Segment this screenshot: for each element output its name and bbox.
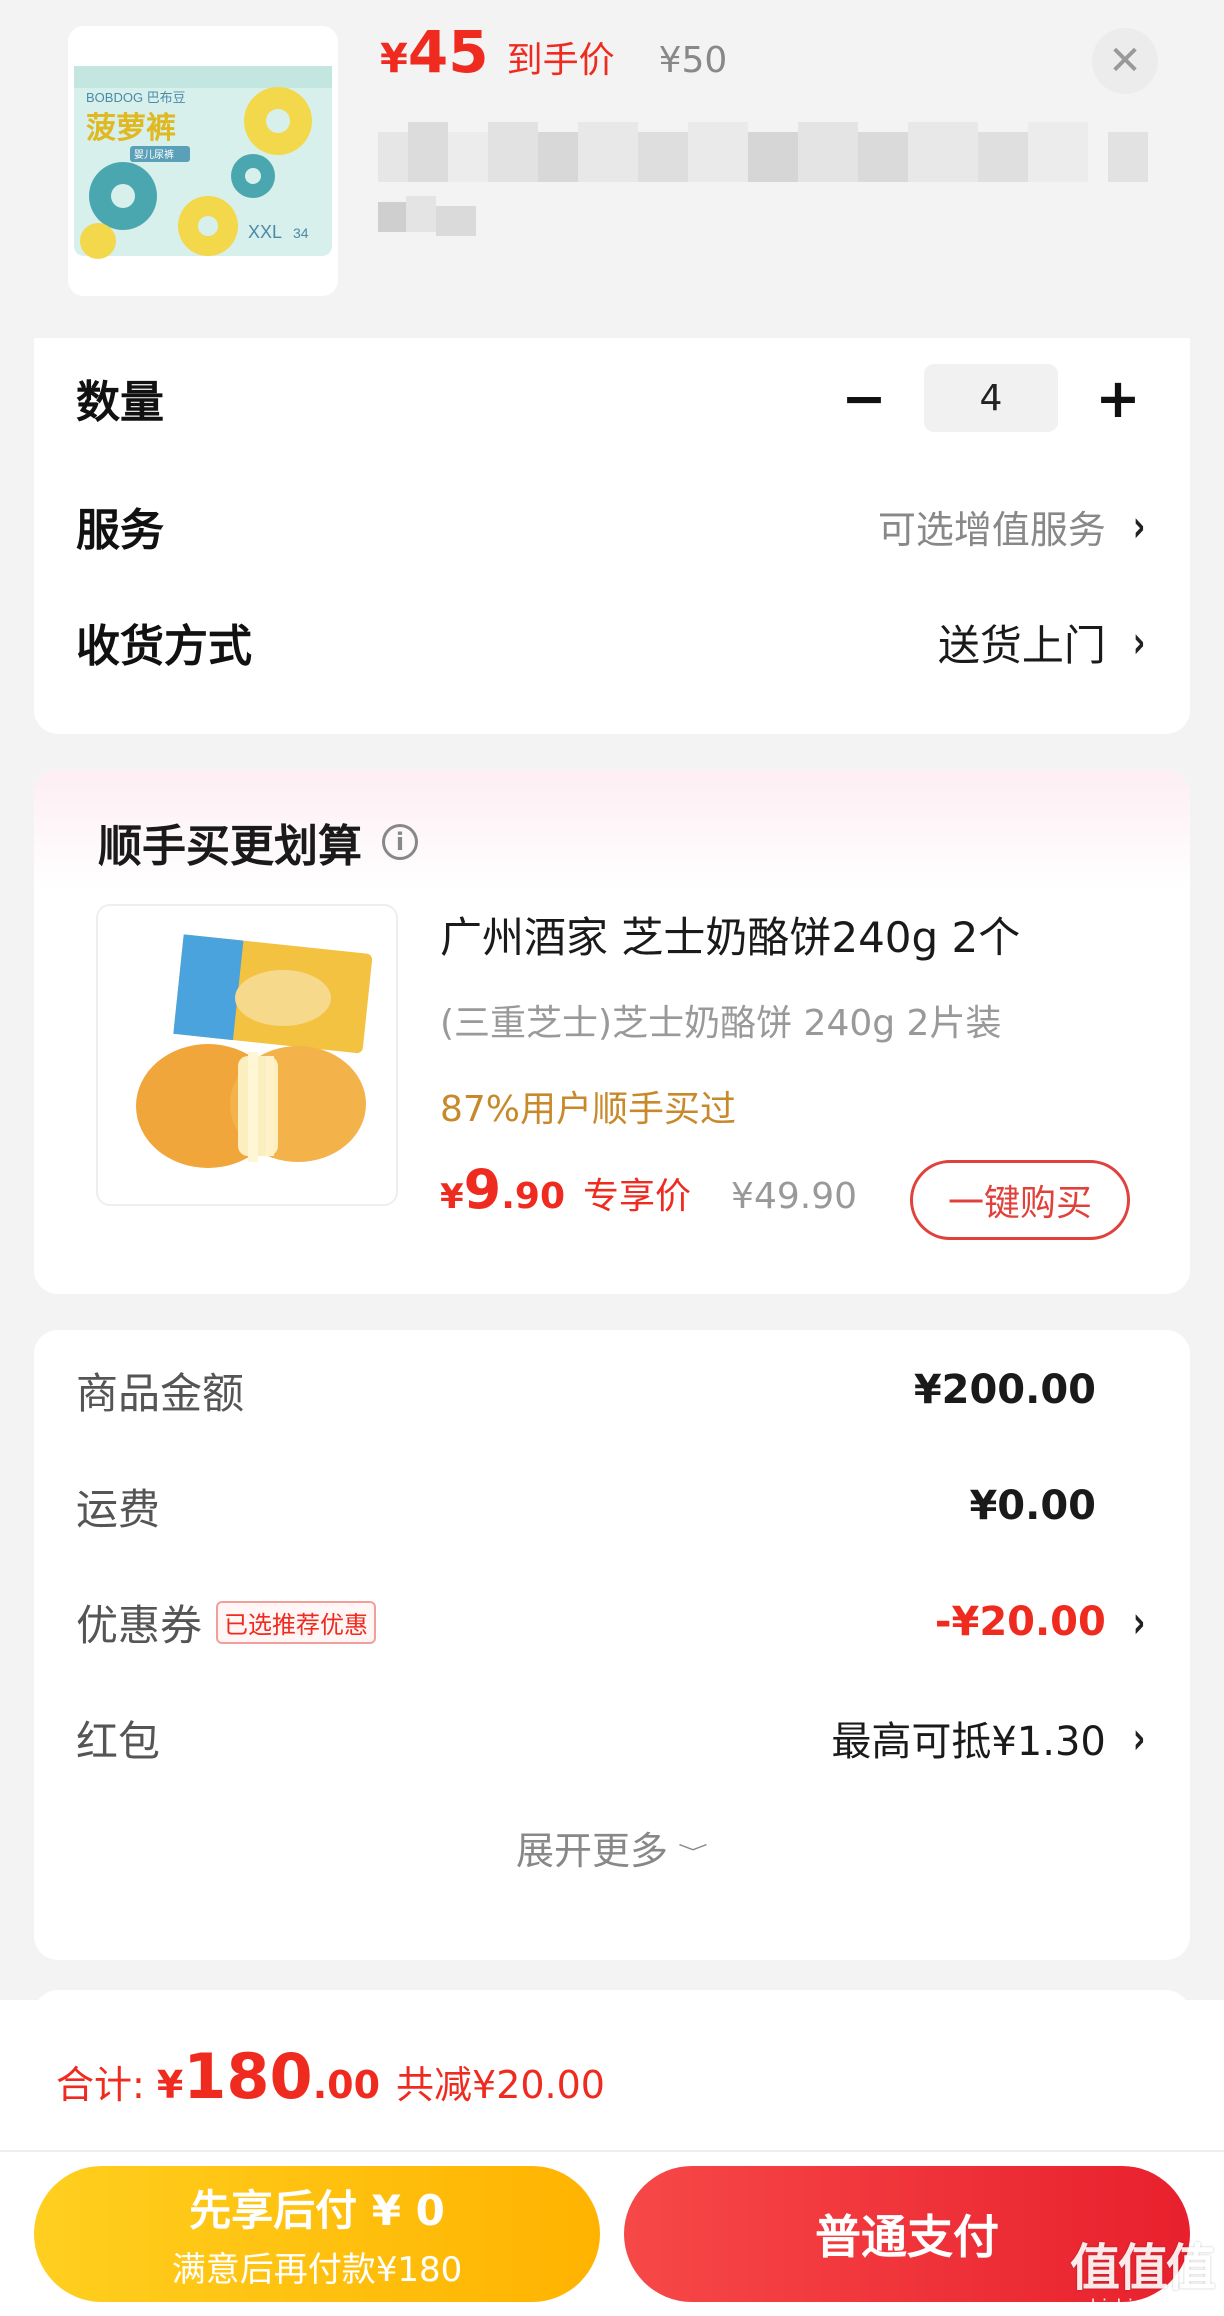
total-row: 合计: ¥180.00 共减¥20.00 (56, 2040, 605, 2120)
chevron-right-icon: › (1132, 616, 1146, 668)
chevron-right-icon: › (1132, 1596, 1146, 1648)
service-label: 服务 (76, 505, 164, 556)
quantity-row: 数量 − 4 + (76, 362, 1148, 434)
plus-icon: + (1095, 366, 1141, 430)
coupon-label: 优惠券 (76, 1600, 203, 1650)
options-card: 数量 − 4 + 服务 可选增值服务 › 收货方式 送货上门 › (34, 338, 1190, 734)
svg-text:BOBDOG 巴布豆: BOBDOG 巴布豆 (86, 90, 186, 105)
bundle-price: ¥9.90 (440, 1158, 565, 1221)
close-button[interactable]: ✕ (1092, 28, 1158, 94)
coupon-label-group: 优惠券 已选推荐优惠 (76, 1592, 377, 1653)
delivery-label: 收货方式 (76, 621, 252, 672)
bundle-price-tag: 专享价 (583, 1176, 692, 1217)
diaper-pack-image: BOBDOG 巴布豆 菠萝裤 婴儿尿裤 XXL 34 (68, 26, 338, 296)
close-icon: ✕ (1108, 38, 1142, 84)
expand-more-label: 展开更多 (515, 1829, 668, 1873)
svg-text:34: 34 (293, 225, 309, 241)
svg-text:菠萝裤: 菠萝裤 (86, 111, 176, 146)
bundle-price-row: ¥9.90 专享价 ¥49.90 (440, 1158, 857, 1234)
price-yen: ¥ (380, 36, 408, 82)
service-row[interactable]: 服务 可选增值服务 › (76, 490, 1148, 562)
shipping-label: 运费 (76, 1484, 161, 1534)
bundle-title: 顺手买更划算 i (98, 810, 418, 874)
decrease-button[interactable]: − (834, 366, 894, 430)
product-thumbnail: BOBDOG 巴布豆 菠萝裤 婴儿尿裤 XXL 34 (68, 26, 338, 296)
normal-pay-label: 普通支付 (815, 2210, 999, 2264)
product-header: BOBDOG 巴布豆 菠萝裤 婴儿尿裤 XXL 34 ¥45 到手价 ¥50 ✕ (0, 0, 1224, 320)
coupon-row[interactable]: 优惠券 已选推荐优惠 -¥20.00 › (76, 1590, 1148, 1654)
bundle-card: 顺手买更划算 i 广州酒家 芝士奶酪饼240g 2个 (三重芝士)芝士奶酪饼 2… (34, 770, 1190, 1294)
bundle-product-image[interactable] (96, 904, 398, 1206)
coupon-value-text: -¥20.00 (934, 1599, 1106, 1645)
shipping-row: 运费 ¥0.00 (76, 1474, 1148, 1538)
price-int: 45 (407, 18, 489, 86)
bundle-product-spec: (三重芝士)芝士奶酪饼 240g 2片装 (440, 1003, 1002, 1044)
redpacket-label: 红包 (76, 1716, 161, 1766)
quantity-label: 数量 (76, 377, 164, 428)
product-price: ¥45 (380, 18, 489, 86)
coupon-badge: 已选推荐优惠 (216, 1600, 377, 1644)
chevron-right-icon: › (1132, 1712, 1146, 1764)
total-int: 180 (183, 2040, 313, 2113)
delivery-value: 送货上门 › (938, 612, 1148, 673)
increase-button[interactable]: + (1088, 366, 1148, 430)
pay-later-sub: 满意后再付款¥180 (171, 2250, 463, 2290)
chevron-down-icon: ﹀ (678, 1842, 708, 1864)
mosaic-blur-2 (378, 196, 476, 236)
redpacket-value: 最高可抵¥1.30 › (831, 1709, 1148, 1767)
minus-icon: − (841, 366, 887, 430)
service-value-text: 可选增值服务 (877, 507, 1106, 552)
total-dec: .00 (312, 2063, 381, 2107)
redpacket-value-text: 最高可抵¥1.30 (831, 1719, 1106, 1765)
total-yen: ¥ (156, 2063, 184, 2107)
quantity-stepper: − 4 + (834, 364, 1148, 432)
goods-amount-value: ¥200.00 (913, 1367, 1096, 1413)
product-price-row: ¥45 到手价 ¥50 (380, 18, 727, 98)
bundle-original-price: ¥49.90 (731, 1176, 858, 1217)
watermark-main: 值值值 (1070, 2239, 1216, 2297)
delivery-value-text: 送货上门 (937, 620, 1106, 670)
mosaic-blur (378, 122, 1148, 182)
divider (0, 2150, 1224, 2152)
total-saved: 共减¥20.00 (396, 2063, 605, 2107)
total-amount: ¥180.00 (157, 2040, 380, 2113)
price-tag: 到手价 (506, 40, 615, 81)
redacted-product-title-line2 (378, 196, 498, 238)
bundle-title-text: 顺手买更划算 (98, 821, 362, 872)
coupon-value: -¥20.00 › (935, 1597, 1148, 1648)
service-value: 可选增值服务 › (878, 499, 1148, 554)
quantity-input[interactable]: 4 (924, 364, 1058, 432)
shipping-value: ¥0.00 (969, 1483, 1096, 1529)
redacted-product-title (378, 122, 1168, 192)
goods-amount-label: 商品金额 (76, 1368, 245, 1418)
bundle-price-yen: ¥ (440, 1177, 464, 1217)
redpacket-row[interactable]: 红包 最高可抵¥1.30 › (76, 1706, 1148, 1770)
pay-later-main: 先享后付 ¥ 0 (189, 2186, 445, 2235)
info-icon[interactable]: i (382, 824, 418, 860)
chevron-right-icon: › (1132, 500, 1146, 552)
checkout-bar: 合计: ¥180.00 共减¥20.00 先享后付 ¥ 0 满意后再付款¥180… (0, 2000, 1224, 2316)
bundle-price-int: 9 (463, 1158, 502, 1221)
delivery-row[interactable]: 收货方式 送货上门 › (76, 606, 1148, 678)
watermark-sub: zhizhizhi.com (1081, 2296, 1203, 2316)
price-summary-card: 商品金额 ¥200.00 运费 ¥0.00 优惠券 已选推荐优惠 -¥20.00… (34, 1330, 1190, 1960)
order-confirm-page: BOBDOG 巴布豆 菠萝裤 婴儿尿裤 XXL 34 ¥45 到手价 ¥50 ✕… (0, 0, 1224, 2316)
original-price: ¥50 (658, 40, 728, 81)
svg-text:XXL: XXL (248, 222, 282, 242)
pay-later-button[interactable]: 先享后付 ¥ 0 满意后再付款¥180 (34, 2166, 600, 2302)
svg-text:婴儿尿裤: 婴儿尿裤 (134, 148, 174, 161)
goods-amount-row: 商品金额 ¥200.00 (76, 1358, 1148, 1422)
bundle-purchase-stat: 87%用户顺手买过 (440, 1089, 737, 1130)
bundle-price-dec: .90 (501, 1176, 566, 1217)
expand-more-button[interactable]: 展开更多 ﹀ (34, 1820, 1190, 1875)
cheese-cake-image (98, 906, 396, 1204)
bundle-product-name[interactable]: 广州酒家 芝士奶酪饼240g 2个 (440, 904, 1020, 965)
total-label: 合计: (56, 2063, 145, 2107)
one-click-buy-button[interactable]: 一键购买 (910, 1160, 1130, 1240)
watermark-logo: 值值值 zhizhizhi.com (1070, 2228, 1216, 2316)
